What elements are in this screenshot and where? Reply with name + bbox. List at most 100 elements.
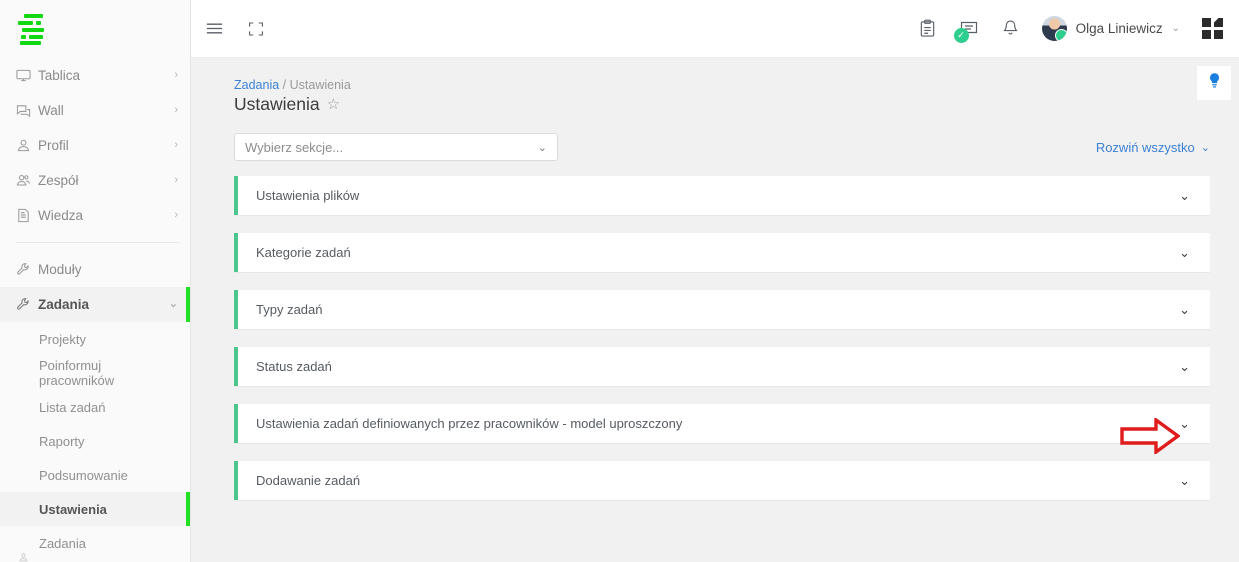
messages-check-badge: ✓ bbox=[953, 27, 969, 43]
chevron-right-icon: › bbox=[174, 139, 178, 151]
accordion-panel-status-zadan[interactable]: Status zadań ⌄ bbox=[234, 346, 1210, 387]
sidebar-subitem-poinformuj-pracownikow[interactable]: Poinformuj pracowników bbox=[0, 356, 190, 390]
apps-grid-icon[interactable] bbox=[1202, 18, 1223, 39]
topbar-left-group bbox=[205, 19, 264, 38]
expand-all-label: Rozwiń wszystko bbox=[1095, 139, 1195, 155]
accordion-panel-typy-zadan[interactable]: Typy zadań ⌄ bbox=[234, 289, 1210, 330]
sidebar-item-label: Zespół bbox=[38, 173, 79, 188]
settings-accordion: Ustawienia plików ⌄ Kategorie zadań ⌄ Ty… bbox=[234, 175, 1210, 501]
accordion-panel-ustawienia-plikow[interactable]: Ustawienia plików ⌄ bbox=[234, 175, 1210, 216]
chat-icon bbox=[16, 103, 38, 118]
chevron-right-icon: › bbox=[174, 104, 178, 116]
document-icon bbox=[16, 208, 38, 223]
monitor-icon bbox=[16, 68, 38, 83]
sidebar-item-label: Wall bbox=[38, 103, 64, 118]
hamburger-icon[interactable] bbox=[205, 19, 224, 38]
panel-title: Typy zadań bbox=[256, 302, 323, 317]
chevron-right-icon: › bbox=[174, 69, 178, 81]
wrench-icon bbox=[16, 262, 38, 277]
fullscreen-icon[interactable] bbox=[248, 21, 264, 37]
avatar bbox=[1041, 16, 1067, 41]
content-area: Zadania / Ustawienia Ustawienia ☆ Wybier… bbox=[191, 58, 1239, 562]
sidebar-subitem-label: Raporty bbox=[39, 433, 85, 449]
chevron-down-icon: ⌄ bbox=[168, 298, 178, 310]
chevron-down-icon: ⌄ bbox=[537, 141, 547, 154]
sidebar-subitem-label: Lista zadań bbox=[39, 399, 106, 415]
topbar-right-group: ✓ Olga Liniewicz ⌄ bbox=[918, 16, 1223, 43]
breadcrumb-current: Ustawienia bbox=[289, 78, 351, 92]
app-logo-icon[interactable] bbox=[16, 13, 50, 45]
app-root: Tablica › Wall › Profil › Zespół › Wiedz… bbox=[0, 0, 1239, 562]
chevron-right-icon: › bbox=[174, 209, 178, 221]
sidebar-subitem-projekty[interactable]: Projekty bbox=[0, 322, 190, 356]
page-title-row: Ustawienia ☆ bbox=[234, 94, 1239, 115]
logo-container[interactable] bbox=[0, 0, 190, 58]
sidebar-item-label: Profil bbox=[38, 138, 69, 153]
sidebar-subitem-label: Podsumowanie bbox=[39, 467, 128, 483]
lightbulb-icon bbox=[1206, 72, 1223, 94]
bell-icon[interactable] bbox=[1001, 19, 1020, 38]
sidebar-item-tablica[interactable]: Tablica › bbox=[0, 58, 190, 93]
page-header: Zadania / Ustawienia Ustawienia ☆ bbox=[191, 58, 1239, 115]
user-name-label: Olga Liniewicz bbox=[1075, 21, 1163, 36]
sidebar-item-moduly[interactable]: Moduły bbox=[0, 252, 190, 287]
chevron-down-icon[interactable]: ⌄ bbox=[1179, 473, 1210, 489]
accordion-panel-zadania-pracownikow[interactable]: Ustawienia zadań definiowanych przez pra… bbox=[234, 403, 1210, 444]
users-icon bbox=[16, 173, 38, 188]
clipboard-icon[interactable] bbox=[918, 19, 937, 38]
expand-all-link[interactable]: Rozwiń wszystko ⌄ bbox=[1096, 140, 1210, 155]
sidebar-subitem-ustawienia[interactable]: Ustawienia bbox=[0, 492, 190, 526]
sidebar-subitem-lista-zadan[interactable]: Lista zadań bbox=[0, 390, 190, 424]
chevron-right-icon: › bbox=[174, 174, 178, 186]
chevron-down-icon: ⌄ bbox=[1171, 23, 1180, 34]
active-indicator bbox=[186, 492, 190, 526]
active-indicator bbox=[186, 287, 190, 322]
section-select[interactable]: Wybierz sekcje... ⌄ bbox=[234, 133, 558, 161]
wrench-icon bbox=[16, 297, 38, 312]
sidebar: Tablica › Wall › Profil › Zespół › Wiedz… bbox=[0, 0, 191, 562]
sidebar-item-label: Zadania bbox=[38, 297, 90, 312]
panel-title: Status zadań bbox=[256, 359, 332, 374]
sidebar-item-label: Wiedza bbox=[38, 208, 84, 223]
sidebar-item-zespol[interactable]: Zespół › bbox=[0, 163, 190, 198]
messages-icon-wrapper[interactable]: ✓ bbox=[953, 19, 979, 43]
chevron-down-icon[interactable]: ⌄ bbox=[1179, 245, 1210, 261]
chevron-down-icon[interactable]: ⌄ bbox=[1179, 416, 1210, 432]
panel-title: Kategorie zadań bbox=[256, 245, 351, 260]
sidebar-item-label: Tablica bbox=[38, 68, 81, 83]
section-select-placeholder: Wybierz sekcje... bbox=[245, 139, 344, 155]
panel-title: Ustawienia plików bbox=[256, 188, 360, 203]
sidebar-primary-nav: Tablica › Wall › Profil › Zespół › Wiedz… bbox=[0, 58, 190, 562]
user-icon bbox=[16, 138, 38, 153]
accordion-panel-kategorie-zadan[interactable]: Kategorie zadań ⌄ bbox=[234, 232, 1210, 273]
page-title: Ustawienia bbox=[234, 94, 320, 114]
accordion-panel-dodawanie-zadan[interactable]: Dodawanie zadań ⌄ bbox=[234, 460, 1210, 501]
sidebar-item-zadania[interactable]: Zadania ⌄ bbox=[0, 287, 190, 322]
breadcrumb-separator: / bbox=[282, 78, 287, 92]
sidebar-subitem-raporty[interactable]: Raporty bbox=[0, 424, 190, 458]
main-area: ✓ Olga Liniewicz ⌄ Zadania / Ustawienia … bbox=[191, 0, 1239, 562]
chevron-down-icon[interactable]: ⌄ bbox=[1179, 302, 1210, 318]
sidebar-subitem-podsumowanie[interactable]: Podsumowanie bbox=[0, 458, 190, 492]
top-header-bar: ✓ Olga Liniewicz ⌄ bbox=[191, 0, 1239, 58]
panel-title: Dodawanie zadań bbox=[256, 473, 361, 488]
breadcrumb-link-zadania[interactable]: Zadania bbox=[234, 78, 279, 92]
sidebar-subitem-label: Zadania bbox=[39, 535, 86, 551]
chevron-down-icon[interactable]: ⌄ bbox=[1179, 359, 1210, 375]
sidebar-item-label: Moduły bbox=[38, 262, 82, 277]
panel-title: Ustawienia zadań definiowanych przez pra… bbox=[256, 416, 683, 431]
sidebar-item-wall[interactable]: Wall › bbox=[0, 93, 190, 128]
sidebar-item-wiedza[interactable]: Wiedza › bbox=[0, 198, 190, 233]
hint-lightbulb-button[interactable] bbox=[1197, 66, 1231, 100]
sidebar-overflow-icon bbox=[18, 552, 29, 562]
favorite-star-icon[interactable]: ☆ bbox=[327, 97, 340, 112]
breadcrumb: Zadania / Ustawienia bbox=[234, 78, 1239, 92]
toolbar-row: Wybierz sekcje... ⌄ Rozwiń wszystko ⌄ bbox=[234, 133, 1210, 161]
user-menu[interactable]: Olga Liniewicz ⌄ bbox=[1041, 16, 1180, 41]
sidebar-subitem-label: Poinformuj pracowników bbox=[39, 358, 115, 388]
sidebar-item-profil[interactable]: Profil › bbox=[0, 128, 190, 163]
chevron-down-icon[interactable]: ⌄ bbox=[1179, 188, 1210, 204]
sidebar-subitem-label: Projekty bbox=[39, 331, 86, 347]
chevron-down-icon: ⌄ bbox=[1200, 141, 1210, 154]
sidebar-subitem-label: Ustawienia bbox=[39, 501, 107, 517]
